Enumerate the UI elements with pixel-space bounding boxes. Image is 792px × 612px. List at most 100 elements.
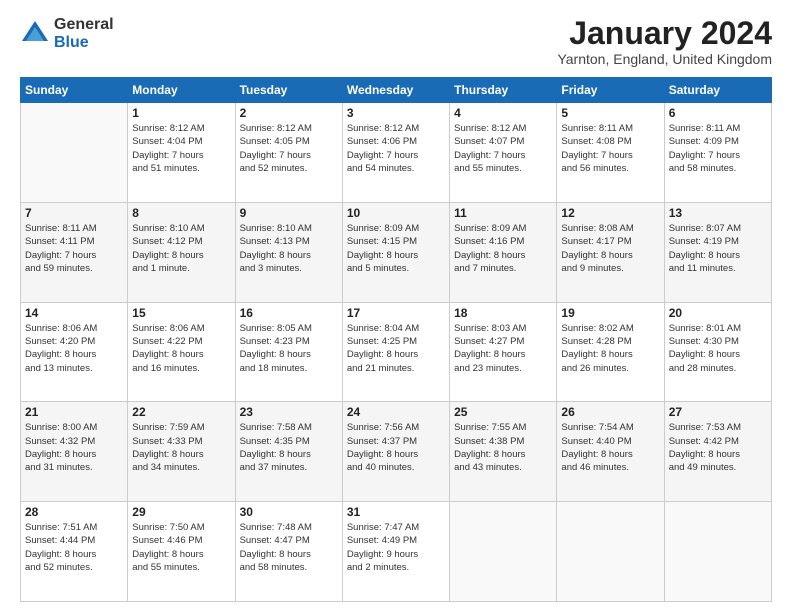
calendar-cell: 29Sunrise: 7:50 AM Sunset: 4:46 PM Dayli… — [128, 502, 235, 602]
day-info: Sunrise: 7:51 AM Sunset: 4:44 PM Dayligh… — [25, 521, 123, 574]
day-info: Sunrise: 8:12 AM Sunset: 4:04 PM Dayligh… — [132, 122, 230, 175]
day-number: 13 — [669, 206, 767, 220]
day-info: Sunrise: 8:11 AM Sunset: 4:08 PM Dayligh… — [561, 122, 659, 175]
day-number: 12 — [561, 206, 659, 220]
calendar-cell — [557, 502, 664, 602]
day-info: Sunrise: 8:12 AM Sunset: 4:06 PM Dayligh… — [347, 122, 445, 175]
calendar-cell: 31 Sunrise: 7:47 AM Sunset: 4:49 PM Dayli… — [342, 502, 449, 602]
day-number: 29 — [132, 505, 230, 519]
day-number: 18 — [454, 306, 552, 320]
day-number: 11 — [454, 206, 552, 220]
day-number: 23 — [240, 405, 338, 419]
calendar-cell: 23Sunrise: 7:58 AM Sunset: 4:35 PM Dayli… — [235, 402, 342, 502]
calendar-cell: 2 Sunrise: 8:12 AM Sunset: 4:05 PM Daylig… — [235, 103, 342, 203]
day-info: Sunrise: 8:12 AM Sunset: 4:07 PM Dayligh… — [454, 122, 552, 175]
calendar-cell — [664, 502, 771, 602]
day-info: Sunrise: 8:09 AM Sunset: 4:16 PM Dayligh… — [454, 222, 552, 275]
calendar-cell: 16 Sunrise: 8:05 AM Sunset: 4:23 PM Dayli… — [235, 302, 342, 402]
location: Yarnton, England, United Kingdom — [557, 51, 772, 67]
calendar-week-row-4: 21 Sunrise: 8:00 AM Sunset: 4:32 PM Dayli… — [21, 402, 772, 502]
calendar-cell: 12Sunrise: 8:08 AM Sunset: 4:17 PM Dayli… — [557, 202, 664, 302]
day-number: 25 — [454, 405, 552, 419]
calendar-cell — [450, 502, 557, 602]
calendar-week-row-5: 28 Sunrise: 7:51 AM Sunset: 4:44 PM Dayli… — [21, 502, 772, 602]
calendar-cell: 22Sunrise: 7:59 AM Sunset: 4:33 PM Dayli… — [128, 402, 235, 502]
day-info: Sunrise: 8:10 AM Sunset: 4:12 PM Dayligh… — [132, 222, 230, 275]
day-number: 28 — [25, 505, 123, 519]
col-header-sunday: Sunday — [21, 78, 128, 103]
day-number: 17 — [347, 306, 445, 320]
day-info: Sunrise: 8:12 AM Sunset: 4:05 PM Dayligh… — [240, 122, 338, 175]
day-number: 9 — [240, 206, 338, 220]
col-header-tuesday: Tuesday — [235, 78, 342, 103]
day-number: 7 — [25, 206, 123, 220]
day-number: 26 — [561, 405, 659, 419]
day-info: Sunrise: 8:09 AM Sunset: 4:15 PM Dayligh… — [347, 222, 445, 275]
day-number: 31 — [347, 505, 445, 519]
calendar-cell: 15Sunrise: 8:06 AM Sunset: 4:22 PM Dayli… — [128, 302, 235, 402]
calendar-header-row: Sunday Monday Tuesday Wednesday Thursday… — [21, 78, 772, 103]
page: General Blue January 2024 Yarnton, Engla… — [0, 0, 792, 612]
day-info: Sunrise: 8:07 AM Sunset: 4:19 PM Dayligh… — [669, 222, 767, 275]
day-info: Sunrise: 7:48 AM Sunset: 4:47 PM Dayligh… — [240, 521, 338, 574]
day-info: Sunrise: 8:05 AM Sunset: 4:23 PM Dayligh… — [240, 322, 338, 375]
logo-text: General Blue — [54, 16, 114, 51]
calendar-cell: 18 Sunrise: 8:03 AM Sunset: 4:27 PM Dayli… — [450, 302, 557, 402]
day-info: Sunrise: 8:06 AM Sunset: 4:20 PM Dayligh… — [25, 322, 123, 375]
day-info: Sunrise: 7:55 AM Sunset: 4:38 PM Dayligh… — [454, 421, 552, 474]
day-number: 30 — [240, 505, 338, 519]
calendar-cell: 4 Sunrise: 8:12 AM Sunset: 4:07 PM Daylig… — [450, 103, 557, 203]
day-info: Sunrise: 8:06 AM Sunset: 4:22 PM Dayligh… — [132, 322, 230, 375]
calendar-cell: 26 Sunrise: 7:54 AM Sunset: 4:40 PM Dayli… — [557, 402, 664, 502]
day-number: 6 — [669, 106, 767, 120]
col-header-thursday: Thursday — [450, 78, 557, 103]
calendar-week-row-3: 14 Sunrise: 8:06 AM Sunset: 4:20 PM Dayli… — [21, 302, 772, 402]
calendar-cell: 8Sunrise: 8:10 AM Sunset: 4:12 PM Daylig… — [128, 202, 235, 302]
month-title: January 2024 — [557, 16, 772, 51]
day-number: 24 — [347, 405, 445, 419]
day-number: 5 — [561, 106, 659, 120]
calendar-cell: 27Sunrise: 7:53 AM Sunset: 4:42 PM Dayli… — [664, 402, 771, 502]
day-info: Sunrise: 7:47 AM Sunset: 4:49 PM Dayligh… — [347, 521, 445, 574]
calendar-cell: 17Sunrise: 8:04 AM Sunset: 4:25 PM Dayli… — [342, 302, 449, 402]
calendar-cell: 24 Sunrise: 7:56 AM Sunset: 4:37 PM Dayli… — [342, 402, 449, 502]
calendar-cell: 7 Sunrise: 8:11 AM Sunset: 4:11 PM Daylig… — [21, 202, 128, 302]
day-number: 21 — [25, 405, 123, 419]
day-info: Sunrise: 8:11 AM Sunset: 4:09 PM Dayligh… — [669, 122, 767, 175]
day-number: 3 — [347, 106, 445, 120]
calendar-cell: 13 Sunrise: 8:07 AM Sunset: 4:19 PM Dayli… — [664, 202, 771, 302]
day-info: Sunrise: 8:02 AM Sunset: 4:28 PM Dayligh… — [561, 322, 659, 375]
logo-blue-text: Blue — [54, 34, 114, 52]
day-info: Sunrise: 8:00 AM Sunset: 4:32 PM Dayligh… — [25, 421, 123, 474]
day-number: 2 — [240, 106, 338, 120]
day-info: Sunrise: 7:53 AM Sunset: 4:42 PM Dayligh… — [669, 421, 767, 474]
calendar-cell: 25 Sunrise: 7:55 AM Sunset: 4:38 PM Dayli… — [450, 402, 557, 502]
logo-icon — [20, 19, 50, 49]
day-number: 16 — [240, 306, 338, 320]
logo: General Blue — [20, 16, 114, 51]
calendar-cell: 30 Sunrise: 7:48 AM Sunset: 4:47 PM Dayli… — [235, 502, 342, 602]
calendar-cell: 19 Sunrise: 8:02 AM Sunset: 4:28 PM Dayli… — [557, 302, 664, 402]
col-header-saturday: Saturday — [664, 78, 771, 103]
day-number: 20 — [669, 306, 767, 320]
day-number: 1 — [132, 106, 230, 120]
day-number: 19 — [561, 306, 659, 320]
day-info: Sunrise: 7:54 AM Sunset: 4:40 PM Dayligh… — [561, 421, 659, 474]
day-info: Sunrise: 8:01 AM Sunset: 4:30 PM Dayligh… — [669, 322, 767, 375]
day-info: Sunrise: 8:03 AM Sunset: 4:27 PM Dayligh… — [454, 322, 552, 375]
day-info: Sunrise: 7:56 AM Sunset: 4:37 PM Dayligh… — [347, 421, 445, 474]
day-info: Sunrise: 8:11 AM Sunset: 4:11 PM Dayligh… — [25, 222, 123, 275]
calendar-cell: 9Sunrise: 8:10 AM Sunset: 4:13 PM Daylig… — [235, 202, 342, 302]
title-block: January 2024 Yarnton, England, United Ki… — [557, 16, 772, 67]
calendar-cell: 1 Sunrise: 8:12 AM Sunset: 4:04 PM Daylig… — [128, 103, 235, 203]
day-number: 22 — [132, 405, 230, 419]
calendar-cell: 3 Sunrise: 8:12 AM Sunset: 4:06 PM Daylig… — [342, 103, 449, 203]
calendar-cell: 11 Sunrise: 8:09 AM Sunset: 4:16 PM Dayli… — [450, 202, 557, 302]
day-number: 4 — [454, 106, 552, 120]
logo-general-text: General — [54, 16, 114, 34]
calendar-cell: 10Sunrise: 8:09 AM Sunset: 4:15 PM Dayli… — [342, 202, 449, 302]
calendar-week-row-2: 7 Sunrise: 8:11 AM Sunset: 4:11 PM Daylig… — [21, 202, 772, 302]
calendar-cell — [21, 103, 128, 203]
col-header-wednesday: Wednesday — [342, 78, 449, 103]
day-number: 14 — [25, 306, 123, 320]
